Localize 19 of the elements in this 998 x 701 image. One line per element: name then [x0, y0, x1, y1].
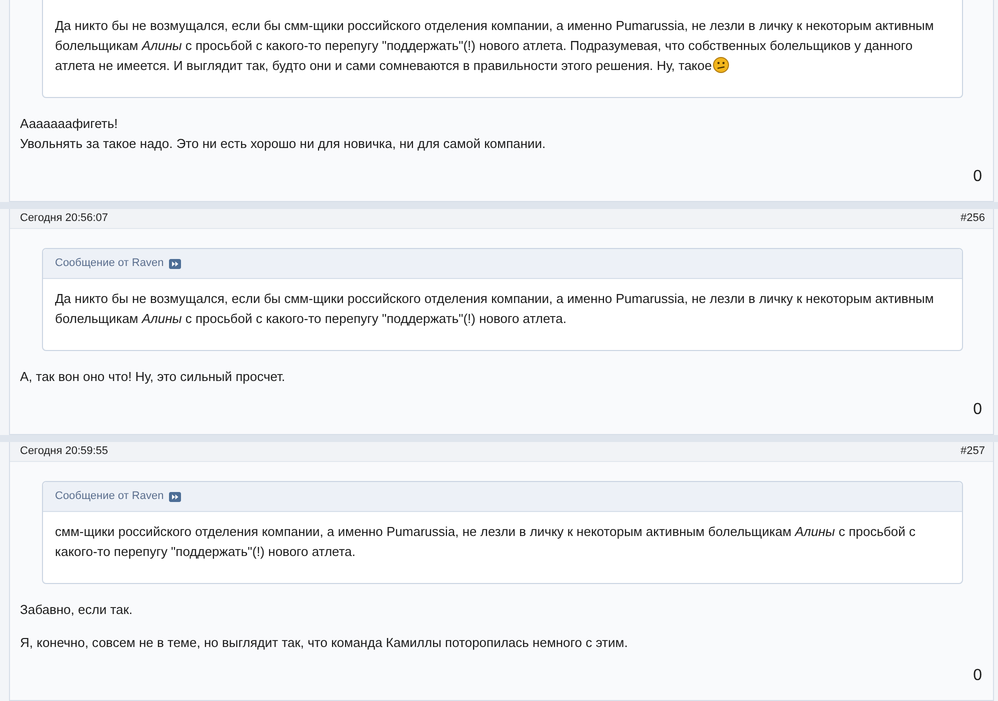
quote-text: Да никто бы не возмущался, если бы смм-щики российского отделения компании, а именно Pumarussia, не лезли в личку к некоторым активным болельщикам Алины с просьбой с какого-то перепугу "поддержать"(!) нового атлета.: [55, 291, 934, 326]
post-number-link[interactable]: #256: [960, 210, 985, 227]
quote-text: смм-щики российского отделения компании, а именно Pumarussia, не лезли в личку к некоторым активным болельщикам Алины с просьбой с какого-то перепугу "поддержать"(!) нового атлета.: [55, 524, 916, 559]
quote-author: Сообщение от Raven: [55, 489, 164, 504]
message-text: Ааааааафигеть!: [20, 115, 119, 133]
quote-author: Сообщение от Raven: [55, 256, 164, 272]
message-text: А, так вон оно что! Ну, это сильный просчет.: [20, 368, 286, 386]
message-text: Я, конечно, совсем не в теме, но выглядит так, что команда Камиллы поторопилась немного с этим.: [20, 634, 629, 652]
quote-text: Да никто бы не возмущался, если бы смм-щики российского отделения компании, а именно Pumarussia, не лезли в личку к некоторым активным болельщикам Алины с просьбой с какого-то перепугу "поддержать"(!) нового атлета. Подразумевая, что собственных болельщиков у данного атлета не имеется. И выглядит так, будто они и сами сомневаются в правильности этого решения. Ну, такое: [55, 18, 934, 73]
double-arrow-icon[interactable]: [168, 258, 181, 268]
like-count: 0: [973, 666, 983, 686]
post-date: Сегодня 20:56:07: [20, 211, 108, 226]
like-count: 0: [973, 400, 983, 420]
message-text: Увольнять за такое надо. Это ни есть хорошо ни для новичка, ни для самой компании.: [20, 135, 547, 153]
post-number-link[interactable]: #257: [960, 443, 985, 460]
double-arrow-icon[interactable]: [168, 492, 181, 502]
post-date: Сегодня 20:59:55: [20, 444, 108, 460]
message-text: Забавно, если так.: [20, 601, 134, 619]
like-count: 0: [973, 167, 983, 187]
